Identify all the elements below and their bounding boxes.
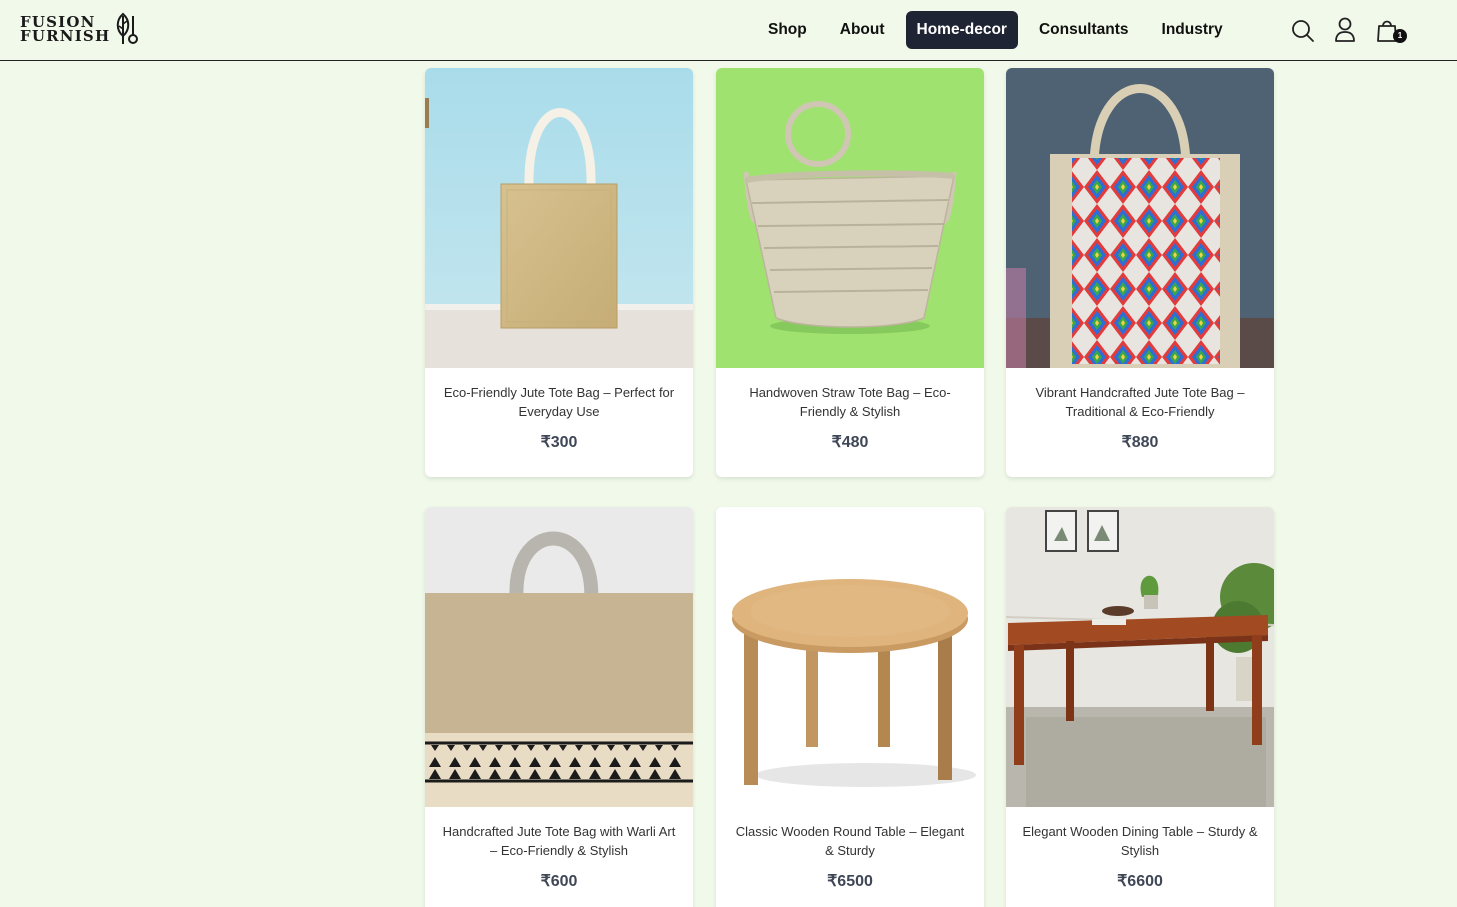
product-price: ₹6500 bbox=[827, 873, 873, 890]
product-title: Classic Wooden Round Table – Elegant & S… bbox=[735, 824, 965, 858]
product-price: ₹300 bbox=[540, 434, 578, 451]
product-image-vibrant-jute-tote bbox=[1006, 68, 1274, 368]
product-price: ₹480 bbox=[831, 434, 869, 451]
leaf-logo-icon bbox=[117, 12, 139, 44]
search-button[interactable] bbox=[1290, 16, 1316, 44]
product-card[interactable]: Handcrafted Jute Tote Bag with Warli Art… bbox=[425, 507, 693, 907]
brand-line-2: FURNISH bbox=[20, 27, 111, 45]
product-title: Handcrafted Jute Tote Bag with Warli Art… bbox=[442, 824, 676, 858]
main-nav: Shop About Home-decor Consultants Indust… bbox=[756, 11, 1244, 49]
product-image-jute-tote bbox=[425, 68, 693, 368]
nav-home-decor[interactable]: Home-decor bbox=[905, 11, 1018, 49]
product-title: Eco-Friendly Jute Tote Bag – Perfect for… bbox=[443, 385, 675, 419]
nav-about[interactable]: About bbox=[828, 11, 897, 49]
cart-count-badge: 1 bbox=[1393, 29, 1407, 43]
product-price: ₹6600 bbox=[1117, 873, 1163, 890]
site-header: FUSION FURNISH Shop About Home-decor Con… bbox=[0, 0, 1457, 61]
product-price: ₹880 bbox=[1121, 434, 1159, 451]
header-icons: 1 bbox=[1290, 16, 1416, 44]
product-title: Vibrant Handcrafted Jute Tote Bag – Trad… bbox=[1035, 385, 1245, 419]
product-price: ₹600 bbox=[540, 873, 578, 890]
product-title: Elegant Wooden Dining Table – Sturdy & S… bbox=[1022, 824, 1258, 858]
product-image-round-wooden-table bbox=[716, 507, 984, 807]
account-button[interactable] bbox=[1332, 16, 1358, 44]
product-image-straw-tote bbox=[716, 68, 984, 368]
cart-button[interactable]: 1 bbox=[1374, 16, 1407, 44]
nav-industry[interactable]: Industry bbox=[1150, 11, 1235, 49]
user-icon bbox=[1335, 17, 1355, 42]
product-title: Handwoven Straw Tote Bag – Eco-Friendly … bbox=[749, 385, 951, 419]
product-card[interactable]: Vibrant Handcrafted Jute Tote Bag – Trad… bbox=[1006, 68, 1274, 477]
product-card[interactable]: Classic Wooden Round Table – Elegant & S… bbox=[716, 507, 984, 907]
brand-wordmark: FUSION FURNISH bbox=[20, 15, 111, 45]
brand-logo[interactable]: FUSION FURNISH bbox=[20, 12, 140, 46]
nav-consultants[interactable]: Consultants bbox=[1027, 11, 1141, 49]
product-card[interactable]: Handwoven Straw Tote Bag – Eco-Friendly … bbox=[716, 68, 984, 477]
search-icon bbox=[1292, 20, 1314, 42]
nav-shop[interactable]: Shop bbox=[756, 11, 819, 49]
product-image-warli-jute-tote bbox=[425, 507, 693, 807]
product-image-wooden-dining-table bbox=[1006, 507, 1274, 807]
product-card[interactable]: Eco-Friendly Jute Tote Bag – Perfect for… bbox=[425, 68, 693, 477]
product-card[interactable]: Elegant Wooden Dining Table – Sturdy & S… bbox=[1006, 507, 1274, 907]
